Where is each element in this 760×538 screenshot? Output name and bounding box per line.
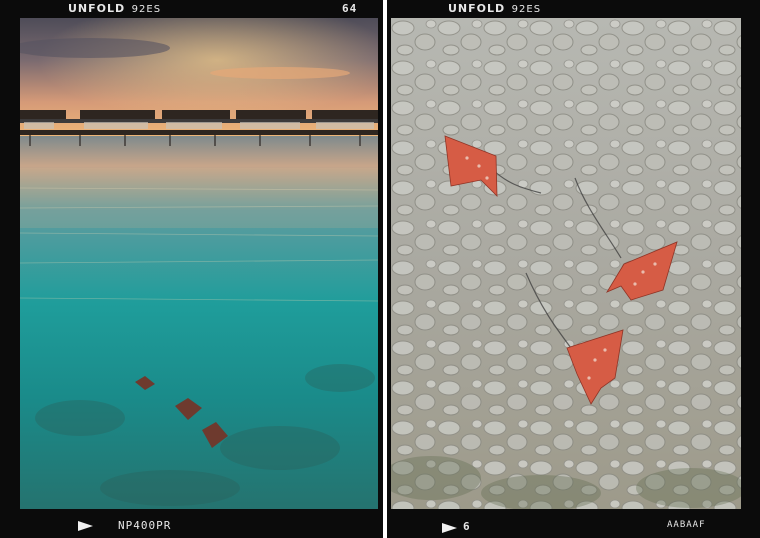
film-arrow-right	[442, 523, 457, 533]
frame-number-left: 64	[342, 2, 358, 15]
film-code-left: NP400PR	[118, 519, 172, 532]
film-frame-left: UNFOLD 92ES 64 NP400PR	[0, 0, 383, 538]
film-collage: UNFOLD 92ES 64 NP400PR UNFOLD 92ES 6 AAB…	[0, 0, 760, 538]
frame-number-right: 6	[463, 520, 471, 533]
film-frame-right: UNFOLD 92ES 6 AABAAF	[387, 0, 760, 538]
film-code-right: AABAAF	[667, 520, 706, 530]
film-brand-left: UNFOLD 92ES	[68, 2, 161, 15]
film-arrow-left	[78, 521, 93, 531]
brand-code: 92ES	[131, 4, 162, 15]
sunset-water-illustration	[20, 18, 378, 509]
film-brand-right: UNFOLD 92ES	[448, 2, 541, 15]
brand-name: UNFOLD	[68, 2, 126, 15]
brand-name: UNFOLD	[448, 2, 506, 15]
photo-rays-seabed	[391, 18, 741, 509]
seabed-illustration	[391, 18, 741, 509]
brand-code: 92ES	[511, 4, 542, 15]
photo-overwater-sunset	[20, 18, 378, 509]
